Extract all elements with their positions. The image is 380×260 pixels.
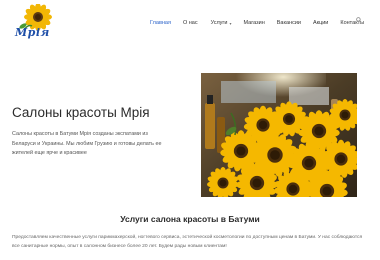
- site-header: Мрія Главная О нас Услуги ▾ Магазин Вакан…: [0, 0, 380, 44]
- nav-item-shop[interactable]: Магазин: [244, 18, 265, 28]
- nav-item-vacancies[interactable]: Вакансии: [277, 18, 301, 28]
- hero-text: Салоны красоты в Батуми Мрія созданы экс…: [12, 131, 162, 156]
- hero-title: Салоны красоты Мрія: [12, 105, 150, 120]
- services-text: Предоставляем качественные услуги парикм…: [12, 235, 363, 249]
- logo-text: Мрія: [15, 26, 50, 39]
- sunflowers-photo: [201, 73, 357, 197]
- nav-item-home[interactable]: Главная: [150, 18, 171, 28]
- nav-label: Услуги: [210, 20, 228, 26]
- nav-item-promotions[interactable]: Акции: [313, 18, 328, 28]
- chevron-down-icon: ▾: [229, 20, 232, 26]
- nav-item-about[interactable]: О нас: [183, 18, 198, 28]
- nav-label: Главная: [150, 20, 171, 26]
- services-title: Услуги салона красоты в Батуми: [120, 214, 260, 224]
- main-nav: Главная О нас Услуги ▾ Магазин Вакансии А…: [150, 18, 364, 28]
- nav-label: Акции: [313, 20, 329, 26]
- search-icon[interactable]: [356, 17, 362, 25]
- nav-label: Магазин: [243, 20, 265, 26]
- nav-label: Вакансии: [276, 20, 301, 26]
- nav-item-services[interactable]: Услуги ▾: [211, 18, 232, 28]
- nav-label: О нас: [182, 20, 198, 26]
